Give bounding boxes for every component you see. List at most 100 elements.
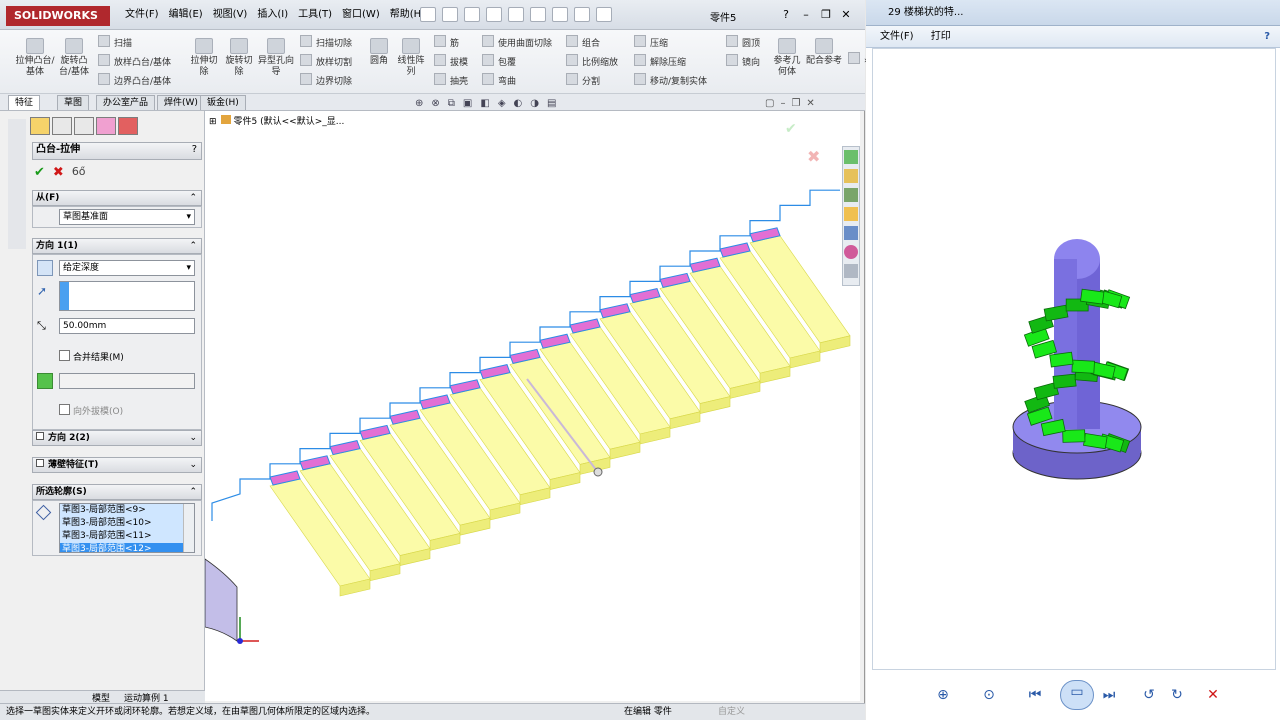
extrude-cut-button[interactable]: 拉伸切除: [188, 38, 220, 78]
list-item[interactable]: 草图3-局部范围<10>: [60, 517, 194, 530]
reference-geometry-button[interactable]: 参考几何体: [770, 38, 804, 78]
mirror-button[interactable]: 镜向: [726, 54, 760, 70]
property-manager-icon[interactable]: [52, 117, 72, 135]
cancel-icon[interactable]: ✖: [53, 165, 64, 180]
loft-boss-button[interactable]: 放样凸台/基体: [98, 54, 171, 70]
close-icon[interactable]: ✕: [838, 7, 854, 22]
tab-weldments[interactable]: 焊件(W): [157, 95, 205, 110]
menu-tools[interactable]: 工具(T): [293, 8, 337, 22]
flex-button[interactable]: 弯曲: [482, 73, 516, 89]
actual-size-icon[interactable]: ⊙: [978, 684, 1000, 706]
loft-cut-button[interactable]: 放样切割: [300, 54, 352, 70]
sweep-cut-button[interactable]: 扫描切除: [300, 35, 352, 51]
menu-insert[interactable]: 插入(I): [252, 8, 293, 22]
list-item[interactable]: 草图3-局部范围<11>: [60, 530, 194, 543]
view-orientation-icon[interactable]: ▣: [463, 98, 472, 109]
thin-feature-section-header[interactable]: 薄壁特征(T) ⌄: [32, 457, 202, 473]
open-icon[interactable]: [464, 7, 480, 22]
zoom-icon[interactable]: ⊕: [932, 684, 954, 706]
undo-icon[interactable]: [530, 7, 546, 22]
tab-sketch[interactable]: 草图: [57, 95, 90, 110]
fillet-button[interactable]: 圆角: [364, 38, 394, 67]
view-settings-icon[interactable]: ▤: [547, 98, 556, 109]
wrap-button[interactable]: 包覆: [482, 54, 516, 70]
draft-icon[interactable]: [37, 373, 53, 389]
view-palette-icon[interactable]: [844, 226, 858, 240]
file-explorer-icon[interactable]: [844, 207, 858, 221]
scale-button[interactable]: 比例缩放: [566, 54, 618, 70]
merge-result-checkbox[interactable]: 合并结果(M): [59, 350, 124, 364]
linear-pattern-button[interactable]: 线性阵列: [396, 38, 426, 78]
select-icon[interactable]: [552, 7, 568, 22]
end-condition-select[interactable]: 给定深度: [59, 260, 195, 276]
custom-properties-icon[interactable]: [844, 264, 858, 278]
save-icon[interactable]: [486, 7, 502, 22]
viewport-tile-icon[interactable]: ▢: [765, 98, 774, 109]
apply-scene-icon[interactable]: ◑: [530, 98, 539, 109]
dimxpert-icon[interactable]: [96, 117, 116, 135]
combine-button[interactable]: 组合: [566, 35, 600, 51]
menu-file[interactable]: 文件(F): [120, 8, 164, 22]
ok-icon[interactable]: ✔: [34, 165, 45, 180]
revolve-boss-button[interactable]: 旋转凸台/基体: [56, 38, 92, 78]
tab-office[interactable]: 办公室产品: [96, 95, 156, 110]
print-icon[interactable]: [508, 7, 524, 22]
display-manager-icon[interactable]: [118, 117, 138, 135]
contours-list[interactable]: 草图3-局部范围<9> 草图3-局部范围<10> 草图3-局部范围<11> 草图…: [59, 503, 195, 553]
mate-reference-button[interactable]: 配合参考: [806, 38, 842, 67]
direction1-section-header[interactable]: 方向 1(1) ⌃: [32, 238, 202, 254]
move-copy-body-button[interactable]: 移动/复制实体: [634, 73, 707, 89]
unsuppress-button[interactable]: 解除压缩: [634, 54, 686, 70]
boundary-cut-button[interactable]: 边界切除: [300, 73, 352, 89]
shell-button[interactable]: 抽壳: [434, 73, 468, 89]
hole-wizard-button[interactable]: 异型孔向导: [258, 38, 294, 78]
preview-icon[interactable]: 6ő: [72, 165, 86, 180]
delete-icon[interactable]: ✕: [1202, 684, 1224, 706]
viewport-restore-icon[interactable]: ❐: [791, 98, 800, 109]
draft-angle-input[interactable]: [59, 373, 195, 389]
sweep-button[interactable]: 扫描: [98, 35, 132, 51]
zoom-fit-icon[interactable]: ⊕: [415, 98, 423, 109]
tab-sheetmetal[interactable]: 钣金(H): [200, 95, 246, 110]
direction-selection-box[interactable]: [59, 281, 195, 311]
viewer-help-icon[interactable]: ?: [1264, 26, 1270, 48]
from-section-header[interactable]: 从(F) ⌃: [32, 190, 202, 206]
from-select[interactable]: 草图基准面: [59, 209, 195, 225]
options-icon[interactable]: [596, 7, 612, 22]
rotate-ccw-icon[interactable]: ↺: [1138, 684, 1160, 706]
pin-icon[interactable]: [420, 7, 436, 22]
rotate-cw-icon[interactable]: ↻: [1166, 684, 1188, 706]
extrude-boss-button[interactable]: 拉伸凸台/基体: [14, 38, 56, 78]
slideshow-icon[interactable]: ▭: [1060, 680, 1094, 710]
split-button[interactable]: 分割: [566, 73, 600, 89]
minimize-icon[interactable]: –: [798, 7, 814, 22]
viewport-close-icon[interactable]: ✕: [806, 98, 814, 109]
list-item[interactable]: 草图3-局部范围<9>: [60, 504, 194, 517]
hide-show-icon[interactable]: ◈: [498, 98, 506, 109]
reverse-direction-icon[interactable]: [37, 260, 53, 276]
direction2-section-header[interactable]: 方向 2(2) ⌄: [32, 430, 202, 446]
menu-edit[interactable]: 编辑(E): [164, 8, 208, 22]
surface-cut-button[interactable]: 使用曲面切除: [482, 35, 552, 51]
tab-features[interactable]: 特征: [8, 95, 41, 110]
viewer-menu-print[interactable]: 打印: [931, 31, 951, 42]
feature-manager-icon[interactable]: [30, 117, 50, 135]
contours-scrollbar[interactable]: [183, 504, 194, 552]
draft-outward-checkbox[interactable]: 向外拔模(O): [59, 404, 123, 418]
display-style-icon[interactable]: ◧: [480, 98, 489, 109]
selected-contours-header[interactable]: 所选轮廓(S) ⌃: [32, 484, 202, 500]
previous-icon[interactable]: ⏮: [1024, 684, 1046, 706]
appearances-icon[interactable]: [844, 245, 858, 259]
home-icon[interactable]: [844, 169, 858, 183]
new-icon[interactable]: [442, 7, 458, 22]
section-view-icon[interactable]: ⧉: [448, 98, 455, 109]
revolve-cut-button[interactable]: 旋转切除: [222, 38, 256, 78]
next-icon[interactable]: ⏭: [1098, 684, 1120, 706]
draft-button[interactable]: 拔模: [434, 54, 468, 70]
viewport-minimize-icon[interactable]: –: [780, 98, 785, 109]
help-icon[interactable]: ?: [778, 7, 794, 22]
design-library-icon[interactable]: [844, 188, 858, 202]
boundary-boss-button[interactable]: 边界凸台/基体: [98, 73, 171, 89]
depth-input[interactable]: 50.00mm: [59, 318, 195, 334]
dome-button[interactable]: 圆顶: [726, 35, 760, 51]
